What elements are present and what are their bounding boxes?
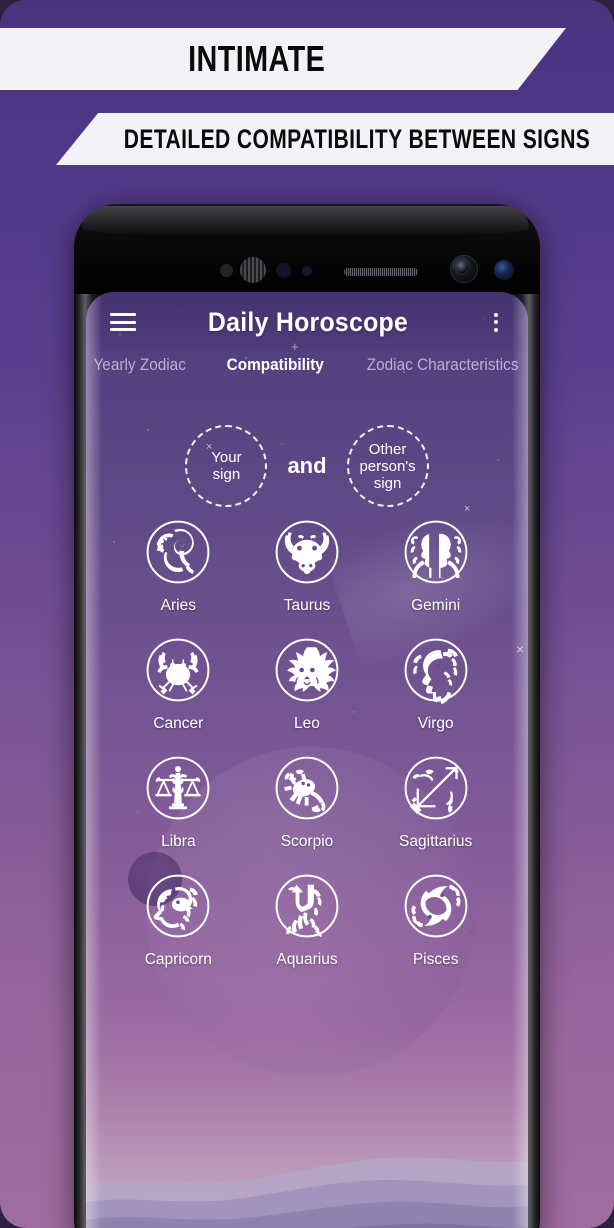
- zodiac-label: Leo: [294, 715, 320, 732]
- zodiac-item-aries[interactable]: Aries: [114, 514, 243, 615]
- your-sign-slot[interactable]: Your sign: [185, 425, 268, 507]
- zodiac-item-gemini[interactable]: Gemini: [371, 514, 500, 615]
- zodiac-item-scorpio[interactable]: Scorpio: [243, 750, 372, 851]
- other-sign-label-line3: sign: [373, 474, 402, 492]
- infrared-sensor-icon: [276, 263, 291, 278]
- libra-scales-icon: [146, 756, 210, 820]
- gemini-twins-icon: [404, 520, 468, 584]
- page-title: Daily Horoscope: [207, 306, 409, 337]
- cancer-crab-icon: [146, 638, 210, 702]
- secondary-camera-icon: [494, 260, 514, 280]
- earpiece-speaker-icon: [344, 268, 418, 276]
- your-sign-label-line2: sign: [212, 466, 241, 483]
- tab-zodiac-characteristics[interactable]: Zodiac Characteristics: [366, 356, 518, 375]
- phone-screen: + × × ×: [86, 292, 528, 1228]
- promo-subheadline-banner: DETAILED COMPATIBILITY BETWEEN SIGNS: [56, 113, 614, 165]
- zodiac-item-virgo[interactable]: Virgo: [371, 632, 500, 733]
- zodiac-label: Scorpio: [280, 833, 334, 850]
- zodiac-label: Virgo: [417, 715, 454, 732]
- zodiac-label: Sagittarius: [399, 833, 473, 850]
- tab-yearly-zodiac[interactable]: Yearly Zodiac: [93, 356, 185, 375]
- promo-headline-banner: INTIMATE: [0, 28, 566, 90]
- sign-picker-row: Your sign and Other person's sign: [86, 420, 528, 512]
- promo-subheadline-text: DETAILED COMPATIBILITY BETWEEN SIGNS: [123, 123, 591, 154]
- sagittarius-archer-icon: [404, 756, 468, 820]
- zodiac-label: Pisces: [412, 951, 459, 968]
- zodiac-label: Aquarius: [276, 951, 338, 968]
- other-sign-label-line2: person's: [359, 457, 416, 475]
- zodiac-item-cancer[interactable]: Cancer: [114, 632, 243, 733]
- scorpio-scorpion-icon: [275, 756, 339, 820]
- front-camera-icon: [450, 255, 478, 283]
- aries-ram-icon: [146, 520, 210, 584]
- mountain-wallpaper: [86, 1034, 528, 1228]
- zodiac-grid: Aries Taurus Gemini Cancer Leo Virgo Lib…: [86, 514, 528, 969]
- and-conjunction-label: and: [287, 453, 327, 478]
- zodiac-item-capricorn[interactable]: Capricorn: [114, 868, 243, 969]
- other-person-sign-slot[interactable]: Other person's sign: [346, 425, 429, 507]
- virgo-maiden-icon: [404, 638, 468, 705]
- phone-device-mockup: + × × ×: [74, 204, 540, 1228]
- tab-compatibility[interactable]: Compatibility: [226, 356, 323, 375]
- app-bar: Daily Horoscope: [86, 292, 528, 352]
- promo-background: INTIMATE DETAILED COMPATIBILITY BETWEEN …: [0, 0, 614, 1228]
- zodiac-item-pisces[interactable]: Pisces: [371, 868, 500, 969]
- taurus-bull-icon: [275, 520, 339, 584]
- zodiac-label: Cancer: [153, 715, 204, 732]
- more-vertical-icon[interactable]: [486, 312, 506, 332]
- pisces-fish-icon: [404, 874, 468, 938]
- zodiac-label: Taurus: [283, 597, 331, 614]
- notification-led-icon: [302, 266, 312, 276]
- phone-top-bezel: [74, 204, 540, 294]
- other-sign-label-line1: Other: [368, 440, 407, 458]
- tab-bar: Yearly Zodiac Compatibility Zodiac Chara…: [86, 350, 528, 380]
- bezel-gloss: [82, 206, 530, 236]
- iris-scanner-icon: [240, 257, 266, 283]
- zodiac-item-taurus[interactable]: Taurus: [243, 514, 372, 615]
- zodiac-label: Libra: [161, 833, 196, 850]
- hamburger-icon[interactable]: [110, 313, 136, 331]
- zodiac-label: Aries: [160, 597, 196, 614]
- capricorn-goat-icon: [146, 874, 210, 938]
- promo-headline-text: INTIMATE: [188, 38, 326, 79]
- zodiac-label: Capricorn: [144, 951, 212, 968]
- zodiac-item-sagittarius[interactable]: Sagittarius: [371, 750, 500, 851]
- zodiac-item-aquarius[interactable]: Aquarius: [243, 868, 372, 969]
- proximity-sensor-icon: [220, 264, 233, 277]
- your-sign-label-line1: Your: [211, 449, 242, 466]
- zodiac-item-leo[interactable]: Leo: [243, 632, 372, 733]
- zodiac-item-libra[interactable]: Libra: [114, 750, 243, 851]
- leo-lion-icon: [275, 638, 339, 702]
- aquarius-waterbearer-icon: [275, 874, 339, 938]
- zodiac-label: Gemini: [411, 597, 461, 614]
